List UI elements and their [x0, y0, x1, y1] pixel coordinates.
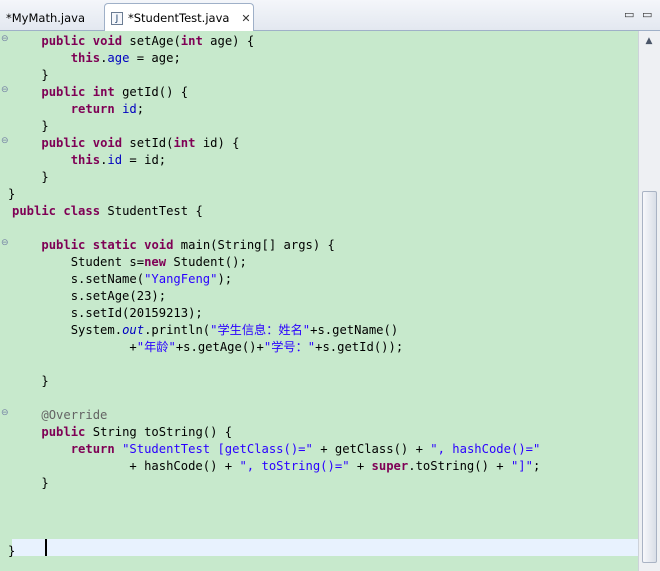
- code-line: public static void main(String[] args) {: [41, 238, 335, 252]
- code-line: return id;: [70, 102, 145, 116]
- tab-label: *StudentTest.java: [128, 11, 230, 25]
- code-line: s.setAge(23);: [12, 289, 167, 303]
- code-line: }: [12, 374, 49, 388]
- code-line: + hashCode() + ", toString()=" + super.t…: [12, 459, 541, 473]
- code-line: return "StudentTest [getClass()=" + getC…: [70, 442, 541, 456]
- code-editor[interactable]: ⊖ ⊖ ⊖ ⊖ ⊖ public void setAge(int age) { …: [0, 31, 660, 571]
- fold-marker-icon[interactable]: ⊖: [1, 35, 10, 44]
- code-line: public int getId() {: [41, 85, 189, 99]
- code-line: public void setId(int id) {: [41, 136, 240, 150]
- code-line: Student s=new Student();: [12, 255, 247, 269]
- code-line: public void setAge(int age) {: [41, 34, 255, 48]
- code-line: }: [8, 544, 16, 558]
- code-line: s.setId(20159213);: [12, 306, 203, 320]
- fold-marker-icon[interactable]: ⊖: [1, 239, 10, 248]
- fold-marker-icon[interactable]: ⊖: [1, 137, 10, 146]
- maximize-icon[interactable]: ▭: [642, 8, 652, 21]
- tab-label: *MyMath.java: [6, 10, 85, 25]
- code-line: this.age = age;: [70, 51, 181, 65]
- vertical-scrollbar[interactable]: ▲: [638, 31, 660, 571]
- code-line: }: [12, 119, 49, 133]
- code-line: }: [8, 187, 16, 201]
- scroll-up-icon[interactable]: ▲: [641, 33, 657, 49]
- code-line: public class StudentTest {: [12, 204, 203, 218]
- tab-mymath[interactable]: *MyMath.java: [0, 4, 104, 31]
- code-line: s.setName("YangFeng");: [12, 272, 233, 286]
- close-tab-icon[interactable]: ✕: [241, 12, 250, 25]
- code-line: @Override: [41, 408, 108, 422]
- editor-tab-bar: *MyMath.java J *StudentTest.java ✕ ▭ ▭: [0, 0, 660, 32]
- code-line: public String toString() {: [41, 425, 233, 439]
- code-line: }: [12, 170, 49, 184]
- code-line: System.out.println("学生信息：姓名"+s.getName(): [12, 323, 399, 337]
- fold-marker-icon[interactable]: ⊖: [1, 86, 10, 95]
- fold-marker-icon[interactable]: ⊖: [1, 409, 10, 418]
- code-line: +"年龄"+s.getAge()+"学号："+s.getId());: [12, 340, 404, 354]
- scrollbar-thumb[interactable]: [642, 191, 657, 563]
- java-file-icon: J: [111, 11, 123, 25]
- code-line: this.id = id;: [70, 153, 167, 167]
- code-line: }: [12, 68, 49, 82]
- minimize-icon[interactable]: ▭: [624, 8, 634, 21]
- text-cursor: [45, 539, 47, 556]
- code-line: }: [12, 476, 49, 490]
- current-line-highlight: [12, 539, 638, 556]
- tab-studenttest[interactable]: J *StudentTest.java ✕: [104, 3, 254, 32]
